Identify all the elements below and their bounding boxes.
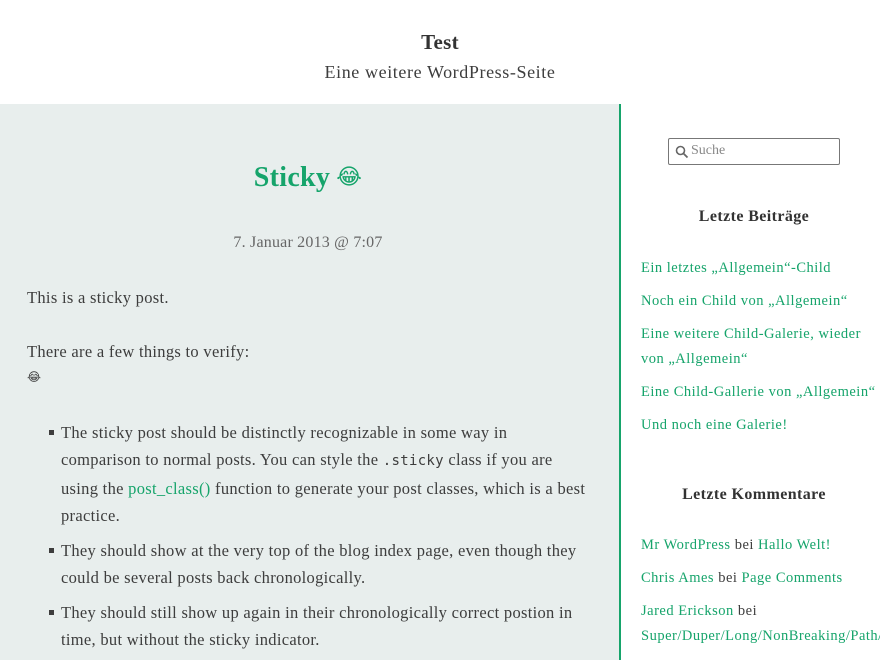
sidebar: Letzte Beiträge Ein letztes „Allgemein“-… (621, 104, 880, 660)
recent-posts-list: Ein letztes „Allgemein“-Child Noch ein C… (641, 256, 877, 446)
list-item: Und noch eine Galerie! (641, 413, 877, 438)
post-class-link[interactable]: post_class() (128, 479, 210, 498)
list-item: Jared Erickson bei Super/Duper/Long/NonB… (641, 599, 880, 648)
post-date[interactable]: 7. Januar 2013 @ 7:07 (0, 234, 616, 252)
inline-emoji: 😂 (27, 370, 42, 384)
site-description: Eine weitere WordPress-Seite (324, 62, 556, 82)
recent-post-link[interactable]: Ein letztes „Allgemein“-Child (641, 260, 831, 276)
post-bullet-list: The sticky post should be distinctly rec… (49, 419, 591, 660)
comment-author-link[interactable]: Chris Ames (641, 570, 714, 586)
post-title[interactable]: Sticky 😂 (0, 162, 616, 194)
list-item: Chris Ames bei Page Comments (641, 566, 877, 591)
comment-author-link[interactable]: Mr WordPress (641, 537, 731, 553)
comment-separator: bei (730, 537, 759, 553)
recent-post-link[interactable]: Und noch eine Galerie! (641, 417, 788, 433)
list-item: The sticky post should be distinctly rec… (49, 419, 591, 529)
recent-post-link[interactable]: Eine weitere Child-Galerie, wieder von „… (641, 326, 861, 367)
comment-separator: bei (714, 570, 742, 586)
post-title-emoji: 😂 (336, 165, 363, 190)
comment-post-link[interactable]: Hallo Welt! (758, 537, 831, 553)
recent-comments-list: Mr WordPress bei Hallo Welt! Chris Ames … (641, 533, 880, 657)
comment-post-link[interactable]: Page Comments (742, 570, 843, 586)
list-item: They should show at the very top of the … (49, 537, 591, 591)
list-item: Ein letztes „Allgemein“-Child (641, 256, 877, 281)
post-paragraph: This is a sticky post. (27, 288, 169, 307)
comment-post-link[interactable]: Super/Duper/Long/NonBreaking/Path/Name/T… (641, 628, 880, 644)
list-item: Eine Child-Gallerie von „Allgemein“ (641, 380, 877, 405)
comment-author-link[interactable]: Jared Erickson (641, 603, 734, 619)
search-icon (675, 145, 689, 159)
code-snippet: .sticky (382, 453, 444, 469)
comment-separator: bei (733, 603, 758, 619)
search-form[interactable] (668, 138, 840, 165)
recent-post-link[interactable]: Noch ein Child von „Allgemein“ (641, 293, 848, 309)
site-title[interactable]: Test (0, 30, 880, 55)
list-item: They should still show up again in their… (49, 599, 591, 653)
recent-post-link[interactable]: Eine Child-Gallerie von „Allgemein“ (641, 384, 876, 400)
list-item: Eine weitere Child-Galerie, wieder von „… (641, 322, 877, 371)
recent-posts-title: Letzte Beiträge (698, 208, 810, 225)
recent-comments-title: Letzte Kommentare (682, 486, 826, 503)
main-content: Sticky 😂 7. Januar 2013 @ 7:07 This is a … (0, 104, 619, 660)
site-header: Test Eine weitere WordPress-Seite (0, 0, 880, 104)
list-item: Noch ein Child von „Allgemein“ (641, 289, 877, 314)
post-title-text[interactable]: Sticky (254, 162, 330, 193)
list-item: Mr WordPress bei Hallo Welt! (641, 533, 877, 558)
search-input[interactable] (691, 141, 835, 161)
post-paragraph: There are a few things to verify: (27, 342, 250, 361)
